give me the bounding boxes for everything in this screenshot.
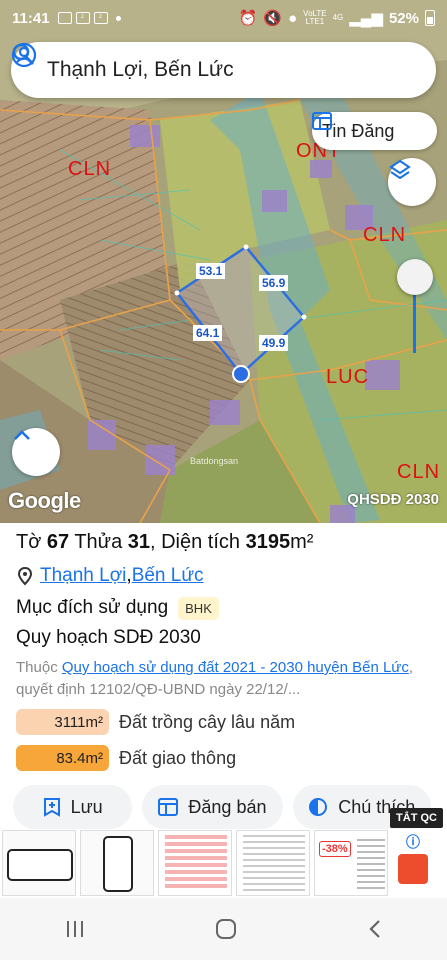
ad-strip[interactable]: -38% ⓘ: [0, 830, 447, 898]
spec-table-image: [243, 835, 305, 891]
signal-icon: ▂▄▆: [349, 10, 383, 27]
status-bar: 11:41 z z ⏰ 🔇 ● VoLTE LTE1 4G ▂▄▆ 52%: [0, 0, 447, 36]
watermark: Batdongsan: [190, 456, 239, 466]
parcel-number: 31: [127, 531, 150, 553]
network-indicator: VoLTE LTE1: [303, 9, 327, 26]
ad-item[interactable]: [158, 830, 232, 896]
search-input[interactable]: Thạnh Lợi, Bến Lức: [47, 58, 420, 82]
battery-percent: 52%: [388, 9, 419, 27]
back-icon[interactable]: [367, 918, 383, 940]
zone-label: LUC: [326, 366, 370, 388]
dimension-label: 56.9: [259, 275, 289, 291]
zalo-icon: z: [93, 12, 108, 24]
sheet-number: 67: [46, 531, 70, 553]
zone-label: CLN: [68, 158, 112, 180]
tin-dang-button[interactable]: Tin Đăng: [312, 112, 437, 150]
ad-item[interactable]: [2, 830, 76, 896]
action-buttons: Lưu Đăng bán Chú thích: [13, 785, 431, 829]
search-icon[interactable]: [11, 42, 35, 66]
battery-icon: [425, 10, 435, 26]
save-button[interactable]: Lưu: [13, 785, 133, 829]
recent-apps-icon[interactable]: [64, 919, 86, 939]
parcel-info-panel: Tờ 67 Thửa 31, Diện tích 3195m² Thạnh Lợ…: [0, 523, 447, 829]
zone-area-value: 3111m²: [16, 709, 109, 735]
home-icon[interactable]: [214, 917, 238, 941]
zone-label: CLN: [397, 461, 441, 483]
clock: 11:41: [12, 9, 50, 27]
plan-layer-label: QHSDĐ 2030: [347, 491, 439, 508]
plan-description: Thuộc Quy hoạch sử dụng đất 2021 - 2030 …: [16, 659, 414, 698]
parcel-area: 3195: [245, 531, 291, 553]
listing-icon: [158, 798, 179, 816]
google-logo: Google: [8, 488, 81, 513]
notification-dot-icon: [115, 15, 121, 21]
gallery-icon: [57, 12, 72, 24]
hide-ads-button[interactable]: TẮT QC: [390, 808, 443, 828]
post-for-sale-button[interactable]: Đăng bán: [142, 785, 283, 829]
ward-link[interactable]: Thạnh Lợi: [40, 565, 126, 587]
zone-area-value: 83.4m²: [16, 745, 109, 771]
parcel-title: Tờ 67 Thửa 31, Diện tích 3195m²: [16, 531, 314, 553]
product-image: [357, 839, 385, 889]
chevron-up-icon: [14, 430, 30, 440]
layers-button[interactable]: [388, 158, 436, 206]
zalo-icon: z: [75, 12, 90, 24]
dimension-label: 64.1: [193, 325, 223, 341]
alarm-icon: ⏰: [238, 10, 258, 27]
ad-item[interactable]: [236, 830, 310, 896]
location-marker[interactable]: [232, 365, 250, 383]
dimension-label: 53.1: [196, 263, 226, 279]
price-table-image: [165, 835, 227, 891]
dimension-label: 49.9: [259, 335, 289, 351]
map-view[interactable]: CLN ONT CLN LUC CLN 53.1 56.9 64.1 49.9 …: [0, 0, 447, 523]
network-type: 4G: [332, 13, 344, 22]
district-link[interactable]: Bến Lức: [132, 565, 204, 587]
zone-label: CLN: [363, 224, 407, 246]
search-bar[interactable]: Thạnh Lợi, Bến Lức: [11, 42, 436, 98]
zone-area-label: Đất trồng cây lâu năm: [119, 711, 296, 732]
parcel-location: Thạnh Lợi, Bến Lức: [16, 563, 431, 589]
phone-image: [7, 849, 73, 881]
tin-dang-label: Tin Đăng: [322, 120, 395, 141]
purpose-badge: BHK: [178, 596, 219, 620]
shopee-ad[interactable]: ⓘ: [392, 830, 432, 896]
bookmark-add-icon: [43, 798, 60, 817]
plan-link[interactable]: Quy hoạch sử dụng đất 2021 - 2030 huyện …: [62, 659, 409, 676]
info-icon[interactable]: ⓘ: [406, 832, 420, 852]
ad-item[interactable]: -38%: [314, 830, 388, 896]
listing-icon: [312, 112, 332, 130]
mute-icon: 🔇: [263, 10, 283, 27]
plan-title: Quy hoạch SDĐ 2030: [16, 627, 201, 648]
land-purpose: Mục đích sử dụng BHK: [16, 595, 431, 621]
status-icons: ⏰ 🔇 ● VoLTE LTE1 4G ▂▄▆ 52%: [239, 9, 435, 27]
shopee-icon: [398, 854, 428, 884]
opacity-slider-thumb[interactable]: [397, 259, 433, 295]
layers-icon: [389, 159, 411, 180]
location-pin-icon: [17, 566, 33, 586]
phone-image: [103, 836, 133, 892]
location-icon: ●: [288, 9, 298, 27]
ad-item[interactable]: [80, 830, 154, 896]
zone-area-row: 3111m² Đất trồng cây lâu năm: [16, 707, 431, 737]
discount-badge: -38%: [319, 841, 351, 857]
zone-area-label: Đất giao thông: [119, 747, 237, 768]
system-nav-bar: [0, 898, 447, 960]
app-root: 11:41 z z ⏰ 🔇 ● VoLTE LTE1 4G ▂▄▆ 52% CL…: [0, 0, 447, 960]
expand-button[interactable]: [12, 428, 60, 476]
zone-area-row: 83.4m² Đất giao thông: [16, 743, 431, 773]
contrast-icon: [309, 798, 328, 816]
